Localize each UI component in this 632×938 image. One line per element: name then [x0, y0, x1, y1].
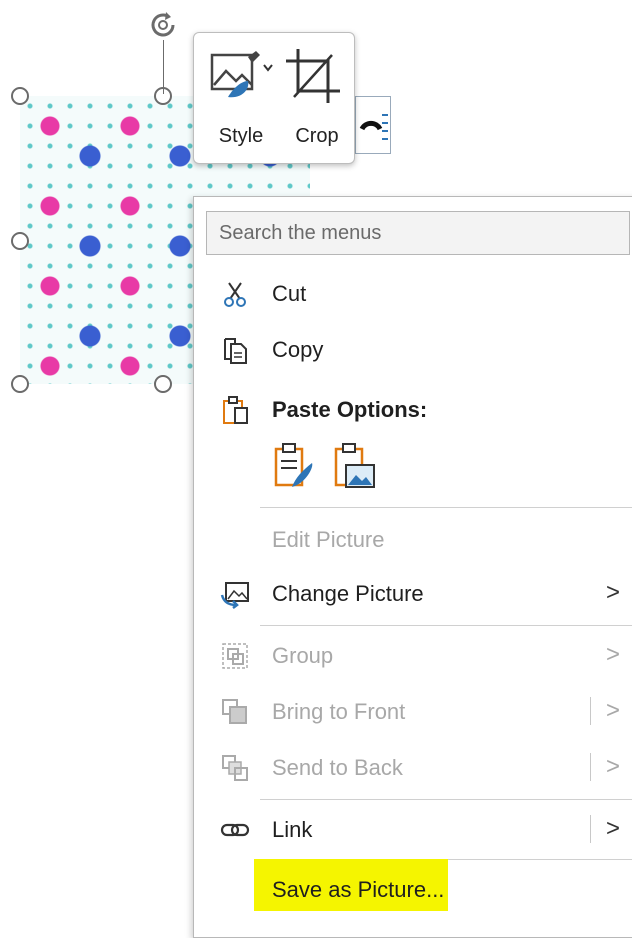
menu-item-paste-options: Paste Options:: [194, 385, 632, 433]
bring-to-front-icon: [222, 699, 247, 724]
crop-button[interactable]: Crop: [282, 45, 352, 155]
menu-item-label: Link: [272, 817, 313, 842]
menu-item-label: Change Picture: [272, 581, 424, 606]
menu-item-send-to-back[interactable]: Send to Back >: [194, 743, 632, 791]
menu-item-label: Save as Picture...: [272, 877, 445, 902]
style-label: Style: [218, 125, 264, 147]
menu-item-cut[interactable]: Cut: [194, 269, 632, 317]
menu-item-label: Bring to Front: [272, 699, 406, 724]
menu-item-edit-picture[interactable]: Edit Picture: [194, 515, 632, 563]
submenu-chevron-icon[interactable]: >: [606, 753, 620, 781]
submenu-chevron-icon: >: [606, 579, 621, 606]
scissors-icon: [224, 282, 246, 307]
layout-options-icon[interactable]: [355, 96, 391, 154]
paste-as-picture-icon: [334, 443, 375, 488]
search-menus-input[interactable]: [206, 211, 630, 255]
menu-separator: [260, 625, 632, 626]
paste-with-formatting-icon: [274, 443, 313, 487]
menu-separator: [260, 799, 632, 800]
menu-item-bring-to-front[interactable]: Bring to Front >: [194, 687, 632, 735]
submenu-chevron-icon[interactable]: >: [606, 697, 620, 725]
crop-icon: [286, 49, 340, 103]
change-picture-icon: [220, 582, 249, 609]
style-button[interactable]: Style: [206, 45, 276, 155]
submenu-chevron-icon[interactable]: >: [606, 815, 620, 843]
split-divider: [590, 753, 591, 781]
menu-item-label: Copy: [272, 337, 324, 362]
split-divider: [590, 697, 591, 725]
menu-item-label: Cut: [272, 281, 307, 306]
menu-item-link[interactable]: Link >: [194, 805, 632, 853]
menu-item-label: Edit Picture: [272, 527, 385, 552]
menu-item-label: Group: [272, 643, 334, 668]
copy-icon: [224, 338, 247, 364]
paste-icon: [223, 396, 248, 424]
link-icon: [220, 823, 250, 837]
resize-handle-bottom-left[interactable]: [11, 375, 29, 393]
mini-toolbar: Style Crop: [193, 32, 355, 164]
rotate-icon[interactable]: [146, 8, 180, 42]
send-to-back-icon: [222, 755, 248, 781]
menu-separator: [260, 507, 632, 508]
menu-item-copy[interactable]: Copy: [194, 325, 632, 373]
menu-item-save-as-picture[interactable]: Save as Picture...: [194, 865, 632, 913]
resize-handle-middle-left[interactable]: [11, 232, 29, 250]
rotate-connector: [163, 40, 164, 94]
crop-label: Crop: [295, 125, 339, 147]
submenu-chevron-icon: >: [606, 641, 621, 668]
resize-handle-top-left[interactable]: [11, 87, 29, 105]
split-divider: [590, 815, 591, 843]
menu-item-group[interactable]: Group >: [194, 631, 632, 679]
picture-style-icon: [210, 51, 273, 98]
paste-as-picture-button[interactable]: [332, 441, 378, 493]
menu-item-change-picture[interactable]: Change Picture >: [194, 569, 632, 617]
paste-keep-formatting-button[interactable]: [272, 441, 318, 493]
context-menu: Cut Copy Paste Options:: [193, 196, 632, 938]
menu-item-label: Paste Options:: [272, 397, 428, 422]
menu-item-label: Send to Back: [272, 755, 403, 780]
resize-handle-bottom-middle[interactable]: [154, 375, 172, 393]
group-icon: [222, 643, 248, 669]
